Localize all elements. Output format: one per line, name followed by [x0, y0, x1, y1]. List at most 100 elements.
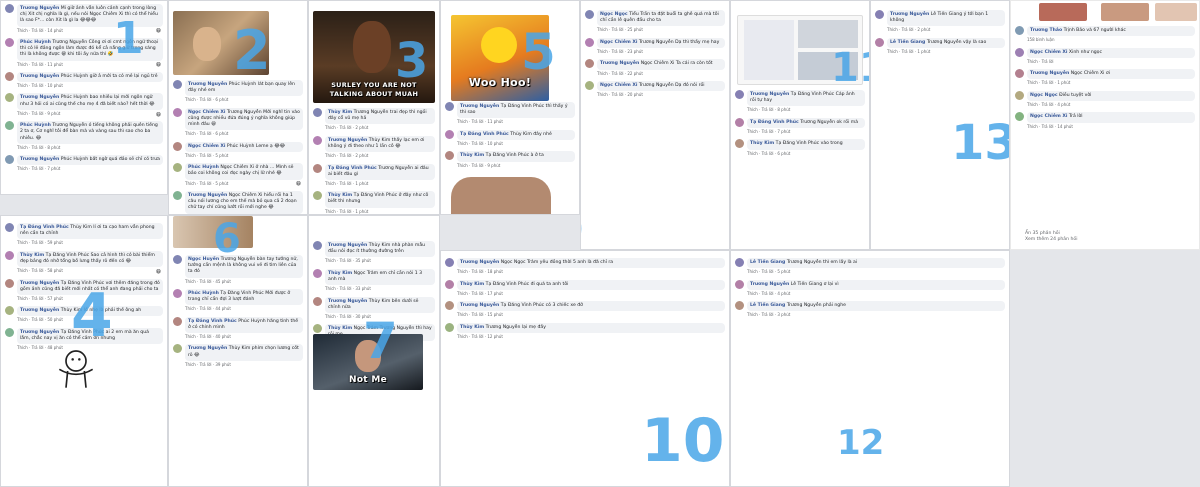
comment-author[interactable]: Trương Nguyễn	[1030, 71, 1069, 76]
comment-author[interactable]: Thùy Kim	[460, 153, 484, 158]
comment-author[interactable]: Thùy Kim	[328, 110, 352, 115]
avatar[interactable]	[735, 117, 744, 127]
avatar[interactable]	[1015, 112, 1024, 122]
comment-author[interactable]: Trương Nguyễn	[20, 6, 59, 11]
avatar[interactable]	[173, 255, 182, 264]
reaction-icon[interactable]: 😆	[156, 28, 161, 35]
comment-meta[interactable]: Thích · Trả lời · 59 phút	[17, 240, 163, 245]
comment-meta[interactable]: Thích · Trả lời · 11 phút	[457, 119, 575, 124]
comment-author[interactable]: Trương Nguyễn	[460, 303, 499, 308]
comment-author[interactable]: Phúc Huỳnh	[188, 165, 219, 170]
avatar[interactable]	[585, 10, 594, 19]
avatar[interactable]	[173, 191, 182, 201]
comment-author[interactable]: Trương Nguyễn	[328, 299, 367, 304]
comment-meta[interactable]: Thích · Trả lời · 45 phút	[185, 279, 303, 284]
avatar[interactable]	[313, 268, 322, 278]
avatar[interactable]	[313, 191, 322, 201]
comment-author[interactable]: Tạ Đăng Vinh Phúc	[750, 120, 799, 125]
comment-meta[interactable]: Thích · Trả lời · 50 phút	[17, 317, 163, 322]
comment-meta[interactable]: Thích · Trả lời · 5 phút	[185, 153, 303, 158]
avatar[interactable]	[313, 324, 322, 334]
comment-author[interactable]: Trương Nguyễn	[20, 308, 59, 313]
comment-author[interactable]: Tạ Đăng Vinh Phúc	[188, 319, 237, 324]
avatar[interactable]	[735, 279, 744, 289]
comment-meta[interactable]: Thích · Trả lời · 57 phút	[17, 296, 163, 301]
reaction-icon[interactable]: 😆	[156, 269, 161, 276]
comment-author[interactable]: Ngọc Chiêm Xi	[188, 144, 225, 149]
comment-meta[interactable]: Thích · Trả lời · 6 phút	[185, 131, 303, 136]
comment-meta[interactable]: Thích · Trả lời · 4 phút	[747, 291, 1005, 296]
avatar[interactable]	[445, 301, 454, 311]
comment-author[interactable]: Trương Nguyễn	[20, 74, 59, 79]
avatar[interactable]	[5, 93, 14, 103]
comment-author[interactable]: Phúc Huỳnh	[20, 40, 51, 45]
avatar[interactable]	[5, 4, 14, 13]
comment-meta[interactable]: Thích · Trả lời · 20 phút	[597, 92, 725, 97]
comment-meta[interactable]: Thích · Trả lời · 33 phút	[325, 286, 435, 291]
comment-author[interactable]: Lê Tiến Giang	[750, 303, 785, 308]
comment-author[interactable]: Thùy Kim	[20, 253, 44, 258]
comment-author[interactable]: Trương Nguyễn	[750, 92, 789, 97]
comment-meta[interactable]: Thích · Trả lời · 17 phút	[457, 291, 725, 296]
avatar[interactable]	[585, 59, 594, 69]
comment-author[interactable]: Tạ Đăng Vinh Phúc	[460, 132, 509, 137]
avatar[interactable]	[173, 316, 182, 326]
comment-meta[interactable]: Thích · Trả lời	[1027, 59, 1195, 64]
avatar[interactable]	[5, 306, 14, 316]
avatar[interactable]	[313, 135, 322, 145]
comment-meta[interactable]: Thích · Trả lời · 58 phút	[17, 268, 163, 273]
comment-meta[interactable]: Thích · Trả lời · 35 phút	[325, 258, 435, 263]
avatar[interactable]	[445, 258, 454, 267]
avatar[interactable]	[1015, 26, 1024, 35]
avatar[interactable]	[445, 102, 454, 111]
comment-meta[interactable]: Thích · Trả lời · 15 phút	[457, 312, 725, 317]
comment-author[interactable]: Ngọc Chiêm Xi	[1030, 114, 1067, 119]
comment-author[interactable]: Ngọc Chiêm Xi	[600, 40, 637, 45]
comment-author[interactable]: Tạ Đăng Vinh Phúc	[328, 166, 377, 171]
comment-meta[interactable]: Thích · Trả lời · 2 phút	[325, 153, 435, 158]
comment-meta[interactable]: Thích · Trả lời · 5 phút	[185, 181, 303, 186]
avatar[interactable]	[735, 301, 744, 311]
avatar[interactable]	[313, 296, 322, 306]
avatar[interactable]	[1015, 69, 1024, 79]
comment-meta[interactable]: Thích · Trả lời · 44 phút	[185, 306, 303, 311]
comment-meta[interactable]: Thích · Trả lời · 11 phút	[17, 62, 163, 67]
comment-author[interactable]: Tạ Đăng Vinh Phúc	[20, 225, 69, 230]
comment-meta[interactable]: 158 bình luận	[1027, 37, 1195, 42]
comment-meta[interactable]: Thích · Trả lời · 30 phút	[325, 314, 435, 319]
comment-author[interactable]: Trương Nguyễn	[328, 243, 367, 248]
comment-author[interactable]: Thùy Kim	[328, 193, 352, 198]
avatar[interactable]	[445, 279, 454, 289]
comment-meta[interactable]: Thích · Trả lời · 2 phút	[325, 125, 435, 130]
reaction-icon[interactable]: 😆	[156, 112, 161, 119]
comment-meta[interactable]: Thích · Trả lời · 9 phút	[457, 163, 575, 168]
comment-meta[interactable]: Thích · Trả lời · 1 phút	[325, 181, 435, 186]
comment-meta[interactable]: Thích · Trả lời · 10 phút	[17, 83, 163, 88]
comment-meta[interactable]: Thích · Trả lời · 3 phút	[747, 312, 1005, 317]
comment-meta[interactable]: Thích · Trả lời · 25 phút	[597, 27, 725, 32]
comment-meta[interactable]: Thích · Trả lời · 2 phút	[887, 27, 1005, 32]
comment-author[interactable]: Ngọc Chiêm Xi	[188, 110, 225, 115]
comment-author[interactable]: Thùy Kim	[328, 271, 352, 276]
comment-author[interactable]: Ngọc Ngọc	[1030, 93, 1058, 98]
avatar[interactable]	[1015, 90, 1024, 100]
avatar[interactable]	[5, 327, 14, 337]
comment-author[interactable]: Ngọc Chiêm Xi	[600, 83, 637, 88]
avatar[interactable]	[735, 90, 744, 99]
avatar[interactable]	[5, 223, 14, 232]
comment-author[interactable]: Trương Nguyễn	[188, 193, 227, 198]
comment-meta[interactable]: Thích · Trả lời · 14 phút	[1027, 124, 1195, 129]
comment-meta[interactable]: Thích · Trả lời · 40 phút	[185, 334, 303, 339]
avatar[interactable]	[313, 108, 322, 117]
comment-meta[interactable]: Thích · Trả lời · 8 phút	[747, 107, 865, 112]
comment-meta[interactable]: Thích · Trả lời · 7 phút	[747, 129, 865, 134]
comment-meta[interactable]: Thích · Trả lời · 6 phút	[747, 151, 865, 156]
comment-author[interactable]: Ngọc Chiêm Xi	[1030, 50, 1067, 55]
comment-meta[interactable]: Thích · Trả lời · 1 phút	[887, 49, 1005, 54]
comment-meta[interactable]: Thích · Trả lời · 6 phút	[185, 97, 303, 102]
comment-author[interactable]: Lê Tiến Giang	[750, 260, 785, 265]
comment-author[interactable]: Trương Nguyễn	[20, 95, 59, 100]
avatar[interactable]	[5, 250, 14, 260]
comment-author[interactable]: Trương Nguyễn	[188, 82, 227, 87]
comment-meta[interactable]: Thích · Trả lời · 14 phút	[17, 28, 163, 33]
